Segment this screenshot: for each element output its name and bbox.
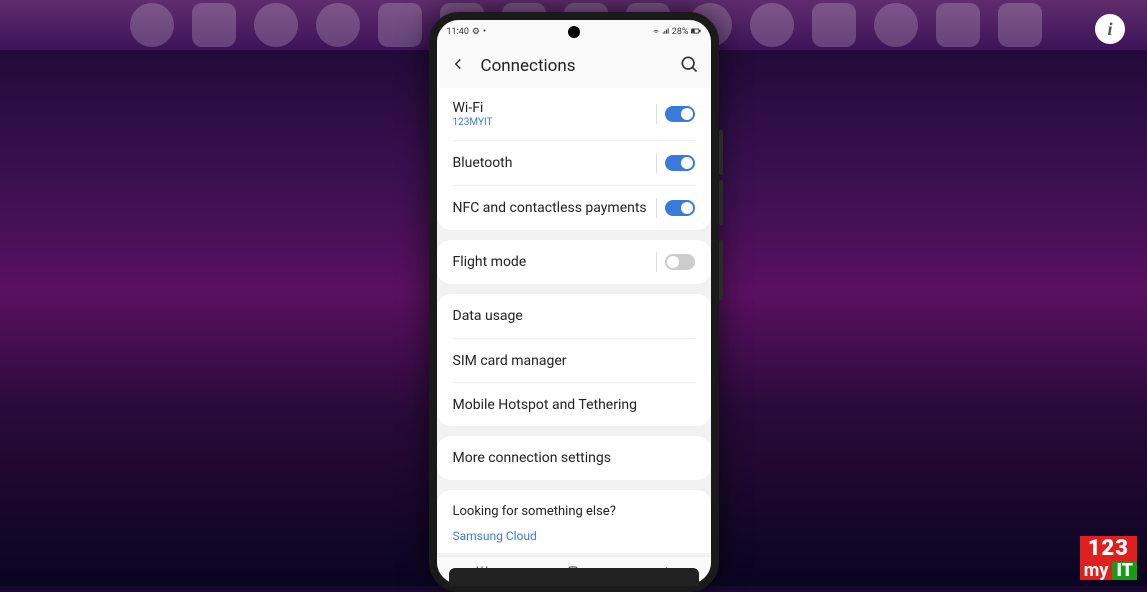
settings-row-more-connection[interactable]: More connection settings (437, 436, 711, 480)
power-button (719, 240, 723, 300)
looking-for-section: Looking for something else? Samsung Clou… (437, 490, 711, 553)
row-label: NFC and contactless payments (453, 200, 656, 216)
dock-app-icon (192, 3, 236, 47)
row-sublabel: 123MYIT (453, 117, 656, 128)
looking-for-prompt: Looking for something else? (437, 490, 711, 523)
dock-app-icon (998, 3, 1042, 47)
watermark-my: my (1080, 562, 1113, 580)
dock-app-icon (812, 3, 856, 47)
status-time: 11:40 (447, 27, 469, 37)
watermark-top: 123 (1080, 536, 1137, 562)
settings-row-sim-manager[interactable]: SIM card manager (453, 338, 695, 382)
settings-row-data-usage[interactable]: Data usage (437, 294, 711, 338)
status-dot-icon: • (483, 27, 486, 37)
watermark-logo: 123 my IT (1080, 536, 1137, 580)
dock-app-icon (936, 3, 980, 47)
settings-group: Data usage SIM card manager Mobile Hotsp… (437, 294, 711, 426)
settings-group: Flight mode (437, 240, 711, 284)
wifi-icon (652, 27, 660, 38)
settings-row-hotspot[interactable]: Mobile Hotspot and Tethering (453, 382, 695, 426)
gear-icon: ⚙ (472, 27, 480, 37)
dock-app-icon (750, 3, 794, 47)
watermark-it: IT (1112, 562, 1137, 580)
info-icon[interactable]: i (1095, 14, 1125, 44)
wifi-toggle[interactable] (665, 106, 695, 122)
row-label: Flight mode (453, 254, 656, 270)
row-label: Wi-Fi (453, 100, 656, 116)
dock-app-icon (378, 3, 422, 47)
search-button[interactable] (679, 54, 699, 78)
divider (656, 104, 657, 124)
row-label: Mobile Hotspot and Tethering (453, 397, 637, 413)
dock-app-icon (254, 3, 298, 47)
bluetooth-toggle[interactable] (665, 155, 695, 171)
phone-device: 11:40 ⚙ • 28% Connections (429, 12, 719, 592)
dock-app-icon (316, 3, 360, 47)
battery-icon (691, 27, 701, 38)
settings-row-flight-mode[interactable]: Flight mode (437, 240, 711, 284)
settings-content: Wi-Fi 123MYIT Bluetooth NFC and contactl… (437, 88, 711, 556)
volume-up-button (719, 130, 723, 175)
back-button[interactable] (449, 55, 467, 77)
dock-app-icon (874, 3, 918, 47)
settings-group: More connection settings (437, 436, 711, 480)
row-label: More connection settings (453, 450, 611, 466)
samsung-cloud-link[interactable]: Samsung Cloud (437, 523, 711, 553)
settings-row-bluetooth[interactable]: Bluetooth (453, 140, 695, 185)
row-label: Bluetooth (453, 155, 656, 171)
divider (656, 252, 657, 272)
volume-down-button (719, 180, 723, 225)
page-header: Connections (437, 44, 711, 88)
row-label: SIM card manager (453, 353, 567, 369)
settings-row-wifi[interactable]: Wi-Fi 123MYIT (437, 88, 711, 140)
row-label: Data usage (453, 308, 523, 324)
settings-row-nfc[interactable]: NFC and contactless payments (453, 185, 695, 230)
settings-group: Wi-Fi 123MYIT Bluetooth NFC and contactl… (437, 88, 711, 230)
divider (656, 153, 657, 173)
battery-text: 28% (672, 27, 689, 37)
divider (656, 198, 657, 218)
page-title: Connections (481, 56, 665, 76)
flight-mode-toggle[interactable] (665, 254, 695, 270)
camera-hole (568, 26, 580, 38)
monitor-stand (449, 568, 699, 586)
signal-icon (662, 27, 670, 38)
dock-app-icon (130, 3, 174, 47)
nfc-toggle[interactable] (665, 200, 695, 216)
